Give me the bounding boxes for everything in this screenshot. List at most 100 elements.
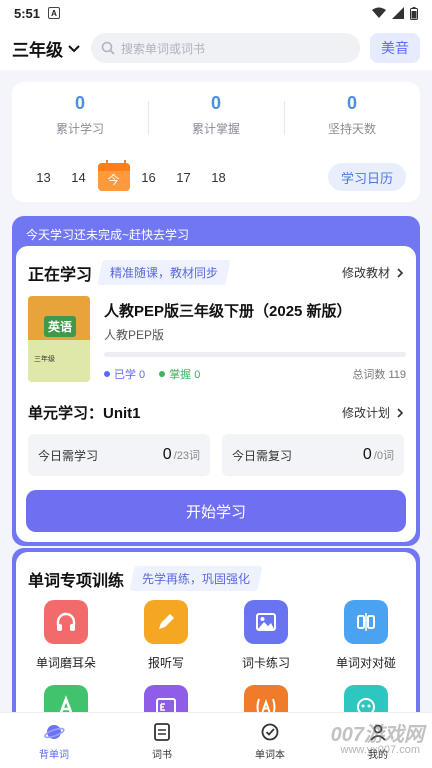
book-title: 人教PEP版三年级下册（2025 新版）	[104, 303, 352, 320]
book-progress-bar	[104, 352, 406, 357]
date-item[interactable]: 17	[166, 170, 201, 185]
tile-label: 单词磨耳朵	[35, 656, 96, 670]
total-words: 总词数 119	[352, 369, 406, 381]
date-item[interactable]: 16	[131, 170, 166, 185]
battery-icon	[410, 6, 418, 20]
today-review-box: 今日需复习 0 /0词	[222, 434, 404, 476]
search-placeholder: 搜索单词或词书	[121, 41, 206, 56]
accent-toggle-button[interactable]: 美音	[370, 33, 420, 63]
stat-value: 0	[346, 93, 357, 113]
notebook-icon	[259, 721, 281, 743]
edit-book-link[interactable]: 修改教材	[342, 264, 404, 281]
study-note-text: 精准随课，教材同步	[110, 266, 219, 280]
tile-card-practice[interactable]: 词卡练习	[216, 600, 316, 671]
cover-grade: 三年级	[34, 356, 55, 363]
search-icon	[101, 41, 115, 55]
nav-label: 单词本	[255, 749, 285, 761]
today-learn-value: 0	[162, 446, 172, 463]
planet-icon	[43, 721, 65, 743]
headphones-icon	[44, 600, 88, 644]
search-input[interactable]: 搜索单词或词书	[91, 33, 360, 63]
chevron-down-icon	[68, 45, 80, 53]
cover-word: 英语	[44, 316, 77, 337]
mastered-dot-icon	[159, 371, 166, 377]
signal-icon	[392, 7, 404, 19]
training-section: 单词专项训练 先学再练，巩固强化 单词磨耳朵 报听写 词卡练习 单词对对碰	[12, 548, 420, 732]
training-title: 单词专项训练	[28, 572, 125, 590]
nav-item-notebook[interactable]: 单词本	[216, 713, 324, 768]
today-goals: 今日需学习 0 /23词 今日需复习 0 /0词	[28, 434, 404, 476]
reminder-banner: 今天学习还未完成~赶快去学习	[26, 228, 190, 242]
today-learn-unit: /23词	[173, 450, 200, 462]
stat-total-mastered: 0 累计掌握	[148, 93, 284, 137]
today-review-unit: /0词	[373, 450, 394, 462]
stat-streak-days: 0 坚持天数	[284, 93, 420, 137]
calendar-today-icon: 今	[97, 160, 130, 191]
week-date-row: 13 14 今 16 17 18 学习日历	[12, 160, 420, 194]
unit-title: 单元学习：Unit1	[28, 405, 141, 422]
image-icon	[244, 600, 288, 644]
study-section: 今天学习还未完成~赶快去学习 正在学习 精准随课，教材同步 修改教材 英语 三年…	[12, 216, 420, 546]
stat-label: 累计掌握	[191, 122, 240, 136]
book-publisher: 人教PEP版	[104, 328, 165, 342]
start-study-button[interactable]: 开始学习	[26, 490, 406, 532]
date-item-today[interactable]: 今	[96, 160, 131, 191]
stat-total-learned: 0 累计学习	[12, 93, 148, 137]
chevron-right-icon	[397, 407, 404, 418]
section-title: 正在学习	[28, 266, 93, 284]
book-meta: 已学 0 掌握 0 总词数 119	[104, 366, 406, 382]
edit-book-label: 修改教材	[341, 266, 390, 280]
match-icon	[344, 600, 388, 644]
training-note-text: 先学再练，巩固强化	[142, 572, 251, 586]
today-learn-box: 今日需学习 0 /23词	[28, 434, 210, 476]
training-header: 单词专项训练 先学再练，巩固强化	[16, 552, 416, 591]
tile-label: 词卡练习	[241, 656, 290, 670]
tile-word-listening[interactable]: 单词磨耳朵	[16, 600, 116, 671]
date-item[interactable]: 14	[61, 170, 96, 185]
tile-dictation[interactable]: 报听写	[116, 600, 216, 671]
current-study-card: 正在学习 精准随课，教材同步 修改教材 英语 三年级 人教PEP版三年级下册（2…	[16, 246, 416, 542]
tile-word-match[interactable]: 单词对对碰	[316, 600, 416, 671]
training-grid: 单词磨耳朵 报听写 词卡练习 单词对对碰	[16, 600, 416, 729]
training-card: 单词专项训练 先学再练，巩固强化 单词磨耳朵 报听写 词卡练习 单词对对碰	[16, 552, 416, 732]
study-note-tag: 精准随课，教材同步	[97, 260, 231, 285]
stat-label: 坚持天数	[327, 122, 376, 136]
today-review-label: 今日需复习	[232, 448, 293, 463]
training-note-tag: 先学再练，巩固强化	[129, 566, 263, 591]
mastered-text: 掌握 0	[169, 369, 201, 381]
stats-card: 0 累计学习 0 累计掌握 0 坚持天数 13 14 今 16 17 18 学习…	[12, 82, 420, 202]
learned-dot-icon	[104, 371, 110, 377]
pencil-icon	[144, 600, 188, 644]
book-icon	[151, 721, 173, 743]
wifi-icon	[372, 7, 386, 18]
date-item[interactable]: 13	[26, 170, 61, 185]
status-icons	[372, 6, 418, 20]
top-header: 三年级 搜索单词或词书 美音	[0, 26, 432, 70]
study-calendar-button[interactable]: 学习日历	[328, 163, 406, 191]
watermark-logo: 007游戏网	[330, 724, 424, 746]
nav-item-books[interactable]: 词书	[108, 713, 216, 768]
watermark-url: www.yx007.com	[340, 744, 420, 756]
learned-text: 已学 0	[114, 369, 146, 381]
tile-label: 单词对对碰	[335, 656, 396, 670]
edit-plan-link[interactable]: 修改计划	[342, 404, 404, 421]
stat-value: 0	[74, 93, 85, 113]
grade-selector[interactable]: 三年级	[12, 36, 81, 61]
status-time: 5:51	[14, 5, 41, 21]
nav-label: 词书	[152, 749, 172, 761]
today-label: 今	[107, 173, 120, 187]
stat-label: 累计学习	[55, 122, 104, 136]
stats-row: 0 累计学习 0 累计掌握 0 坚持天数	[12, 82, 420, 148]
stat-value: 0	[210, 93, 221, 113]
nav-label: 背单词	[39, 749, 69, 761]
study-card-header: 正在学习 精准随课，教材同步 修改教材	[16, 246, 416, 285]
nav-item-words[interactable]: 背单词	[0, 713, 108, 768]
unit-row: 单元学习：Unit1 修改计划	[28, 402, 404, 423]
status-bar: 5:51 A	[0, 0, 432, 26]
edit-plan-label: 修改计划	[341, 406, 390, 420]
book-cover[interactable]: 英语 三年级	[28, 296, 90, 382]
mastered-count: 掌握 0	[159, 366, 200, 382]
today-review-value: 0	[362, 446, 372, 463]
date-item[interactable]: 18	[201, 170, 236, 185]
chevron-right-icon	[397, 267, 404, 278]
